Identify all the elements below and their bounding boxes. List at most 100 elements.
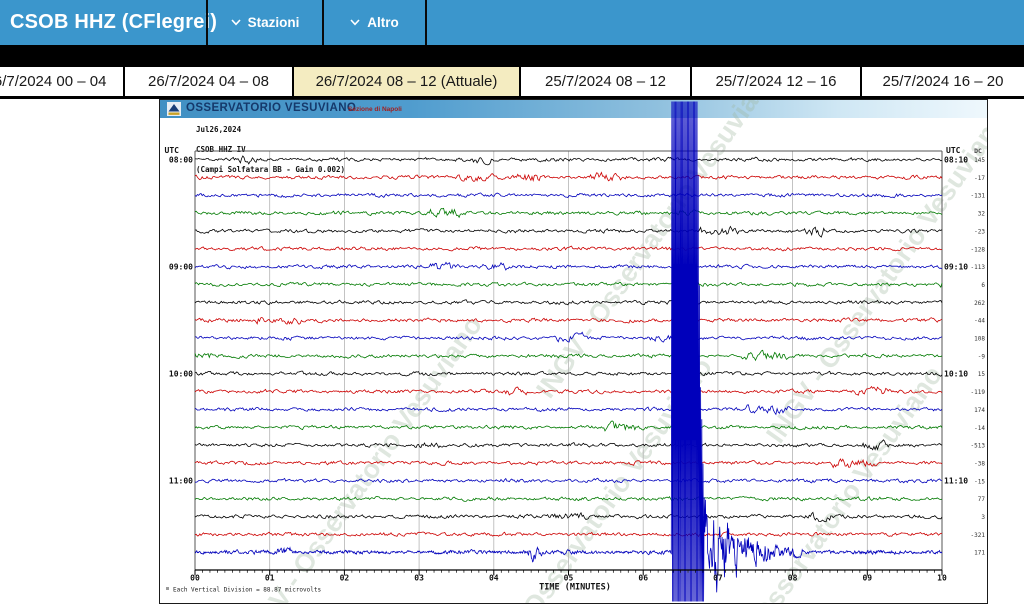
dc-value: 77 — [978, 496, 986, 503]
observatory-subtitle: Sezione di Napoli — [348, 106, 402, 113]
dc-value: -113 — [971, 264, 986, 271]
seismogram-trace-10:50 — [195, 459, 942, 468]
ingv-logo-icon — [167, 102, 181, 116]
x-tick-label: 04 — [489, 574, 499, 583]
info-channel: CSOB HHZ IV — [196, 145, 246, 154]
dc-value: -9 — [978, 353, 986, 360]
dc-value: -321 — [971, 532, 986, 539]
dc-value: -23 — [974, 228, 985, 235]
seismogram-trace-11:30 — [195, 532, 942, 537]
dc-value: -38 — [974, 460, 985, 467]
tab-25-7-12-16[interactable]: 25/7/2024 12 – 16 — [690, 67, 860, 96]
watermark-text: INGV - Osservatorio Vesuviano — [695, 360, 948, 603]
seismogram-trace-11:10 — [195, 496, 942, 501]
time-range-tabbar: 26/7/2024 00 – 04 26/7/2024 04 – 08 26/7… — [0, 67, 1024, 99]
seismogram-trace-11:40 — [195, 102, 942, 602]
hour-label-left: 09:00 — [169, 262, 193, 271]
x-tick-label: 02 — [340, 574, 350, 583]
dc-value: 6 — [981, 282, 985, 289]
dc-value: -15 — [974, 478, 985, 485]
hour-label-right: 10:10 — [944, 370, 968, 379]
menu-stazioni[interactable]: Stazioni — [208, 0, 322, 45]
hour-label-left: 11:00 — [169, 477, 193, 486]
hour-label-left: 08:00 — [169, 155, 193, 164]
tab-26-7-04-08[interactable]: 26/7/2024 04 – 08 — [123, 67, 292, 96]
seismogram-trace-09:50 — [195, 350, 942, 360]
seismogram-trace-10:00 — [195, 371, 942, 376]
dc-value: 145 — [974, 157, 985, 164]
seismogram-image: OSSERVATORIO VESUVIANO Sezione di Napoli… — [159, 99, 988, 604]
observatory-title: OSSERVATORIO VESUVIANO — [186, 102, 356, 114]
dc-value: -128 — [971, 246, 986, 253]
seismogram-trace-10:40 — [195, 440, 942, 450]
tab-26-7-00-04[interactable]: 26/7/2024 00 – 04 — [0, 67, 123, 96]
seismogram-trace-10:20 — [195, 405, 942, 415]
dc-header: DC — [974, 147, 982, 155]
header-divider — [0, 45, 1024, 67]
seismogram-trace-09:10 — [195, 282, 942, 287]
x-tick-label: 01 — [265, 574, 275, 583]
dc-value: 262 — [974, 300, 985, 307]
footer-marker — [166, 587, 169, 590]
dc-value: -44 — [974, 318, 985, 325]
dc-value: 108 — [974, 336, 985, 343]
seismogram-trace-08:20 — [195, 193, 942, 198]
observatory-header-bar: OSSERVATORIO VESUVIANO Sezione di Napoli — [160, 100, 987, 118]
station-title: CSOB HHZ (CFlegrei) — [10, 0, 217, 45]
chevron-down-icon — [231, 19, 241, 26]
watermark-text: INGV - Osservatorio Vesuviano — [530, 100, 783, 403]
menu-altro-label: Altro — [367, 15, 399, 30]
dc-value: -513 — [971, 443, 986, 450]
dc-value: 171 — [974, 550, 985, 557]
app-bar: CSOB HHZ (CFlegrei) Stazioni Altro — [0, 0, 1024, 45]
seismogram-trace-09:40 — [195, 332, 942, 342]
watermark-text: INGV - Osservatorio Vesuviano — [760, 105, 987, 448]
x-tick-label: 03 — [414, 574, 424, 583]
menu-separator — [425, 0, 427, 45]
watermark-text: INGV - Osservatorio Vesuviano — [235, 310, 488, 603]
x-axis-title: TIME (MINUTES) — [539, 583, 611, 593]
tab-26-7-08-12-attuale[interactable]: 26/7/2024 08 – 12 (Attuale) — [292, 67, 519, 96]
dc-value: -14 — [974, 425, 985, 432]
dc-value: 174 — [974, 407, 985, 414]
seismogram-trace-10:30 — [195, 421, 942, 431]
page: CSOB HHZ (CFlegrei) Stazioni Altro 26/7/… — [0, 0, 1024, 604]
hour-label-left: 10:00 — [169, 370, 193, 379]
seismogram-trace-09:30 — [195, 318, 942, 325]
dc-value: 3 — [981, 514, 985, 521]
utc-right-header: UTC — [946, 146, 961, 155]
tab-25-7-08-12[interactable]: 25/7/2024 08 – 12 — [519, 67, 690, 96]
dc-value: -119 — [971, 389, 986, 396]
seismogram-trace-09:20 — [195, 300, 942, 305]
info-site-gain: (Campi Solfatara BB - Gain 0.002) — [196, 165, 345, 174]
x-tick-label: 10 — [937, 574, 947, 583]
x-tick-label: 00 — [190, 574, 200, 583]
dc-value: 15 — [978, 371, 986, 378]
recording-info: Jul26,2024 CSOB HHZ IV (Campi Solfatara … — [196, 125, 345, 175]
x-tick-label: 06 — [638, 574, 648, 583]
x-tick-label: 05 — [564, 574, 574, 583]
hour-label-right: 08:10 — [944, 155, 968, 164]
tab-25-7-16-20[interactable]: 25/7/2024 16 – 20 — [860, 67, 1024, 96]
seismogram-trace-11:00 — [195, 478, 942, 483]
seismogram-trace-11:20 — [195, 512, 942, 521]
hour-label-right: 09:10 — [944, 262, 968, 271]
seismogram-plot: INGV - Osservatorio VesuvianoINGV - Osse… — [160, 100, 987, 603]
x-tick-label: 08 — [788, 574, 798, 583]
x-tick-label: 07 — [713, 574, 723, 583]
seismogram-trace-08:50 — [195, 246, 942, 251]
menu-altro[interactable]: Altro — [324, 0, 425, 45]
chevron-down-icon — [350, 19, 360, 26]
watermark-text: INGV - Osservatorio Vesuviano — [465, 352, 718, 603]
utc-left-header: UTC — [165, 146, 180, 155]
dc-value: 32 — [978, 211, 986, 218]
menu-stazioni-label: Stazioni — [248, 15, 300, 30]
hour-label-right: 11:10 — [944, 477, 968, 486]
dc-value: -17 — [974, 175, 985, 182]
scale-footnote: Each Vertical Division = 88.87 microvolt… — [173, 587, 321, 594]
info-date: Jul26,2024 — [196, 125, 241, 134]
seismogram-trace-09:00 — [195, 262, 942, 270]
dc-value: -131 — [971, 193, 986, 200]
seismogram-trace-10:10 — [195, 387, 942, 396]
seismogram-trace-08:40 — [195, 227, 942, 238]
